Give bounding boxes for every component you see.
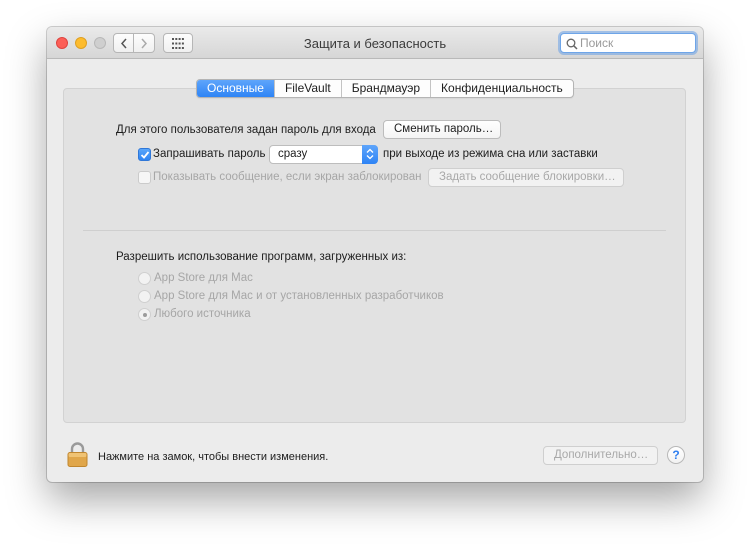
show-message-label: Показывать сообщение, если экран заблоки… — [153, 171, 422, 183]
downloads-heading: Разрешить использование программ, загруж… — [116, 251, 406, 263]
popup-arrows — [362, 145, 378, 164]
radio-app-store-developers[interactable] — [138, 290, 151, 303]
require-password-suffix: при выходе из режима сна или заставки — [383, 148, 598, 160]
title-bar: Защита и безопасность — [47, 27, 703, 59]
checkmark-icon — [140, 150, 150, 160]
password-status-text: Для этого пользователя задан пароль для … — [116, 124, 376, 136]
require-password-label: Запрашивать пароль — [153, 148, 265, 160]
lock-hint-text: Нажмите на замок, чтобы внести изменения… — [98, 451, 328, 463]
password-delay-select[interactable]: сразу — [269, 145, 378, 164]
change-password-button[interactable]: Сменить пароль… — [383, 120, 501, 139]
tab-filevault[interactable]: FileVault — [274, 80, 341, 97]
help-button[interactable]: ? — [667, 446, 685, 464]
search-input[interactable] — [580, 35, 690, 51]
tab-bar: Основные FileVault Брандмауэр Конфиденци… — [196, 79, 574, 98]
radio-anywhere-label: Любого источника — [154, 308, 251, 320]
search-icon — [566, 38, 578, 50]
radio-anywhere[interactable] — [138, 308, 151, 321]
tab-general[interactable]: Основные — [197, 80, 274, 97]
tab-firewall[interactable]: Брандмауэр — [341, 80, 430, 97]
section-divider — [83, 230, 666, 231]
show-message-checkbox[interactable] — [138, 171, 151, 184]
chevron-updown-icon — [366, 148, 374, 160]
advanced-button[interactable]: Дополнительно… — [543, 446, 658, 465]
set-lock-message-button[interactable]: Задать сообщение блокировки… — [428, 168, 624, 187]
radio-app-store-developers-label: App Store для Mac и от установленных раз… — [154, 290, 444, 302]
search-field[interactable] — [560, 33, 696, 53]
tab-privacy[interactable]: Конфиденциальность — [430, 80, 573, 97]
lock-button[interactable] — [67, 442, 88, 470]
require-password-checkbox[interactable] — [138, 148, 151, 161]
security-window: Защита и безопасность Основные FileVault… — [47, 27, 703, 482]
lock-icon — [67, 442, 88, 467]
radio-app-store[interactable] — [138, 272, 151, 285]
radio-app-store-label: App Store для Mac — [154, 272, 253, 284]
radio-selected-dot — [143, 313, 147, 317]
password-delay-value: сразу — [278, 148, 307, 160]
